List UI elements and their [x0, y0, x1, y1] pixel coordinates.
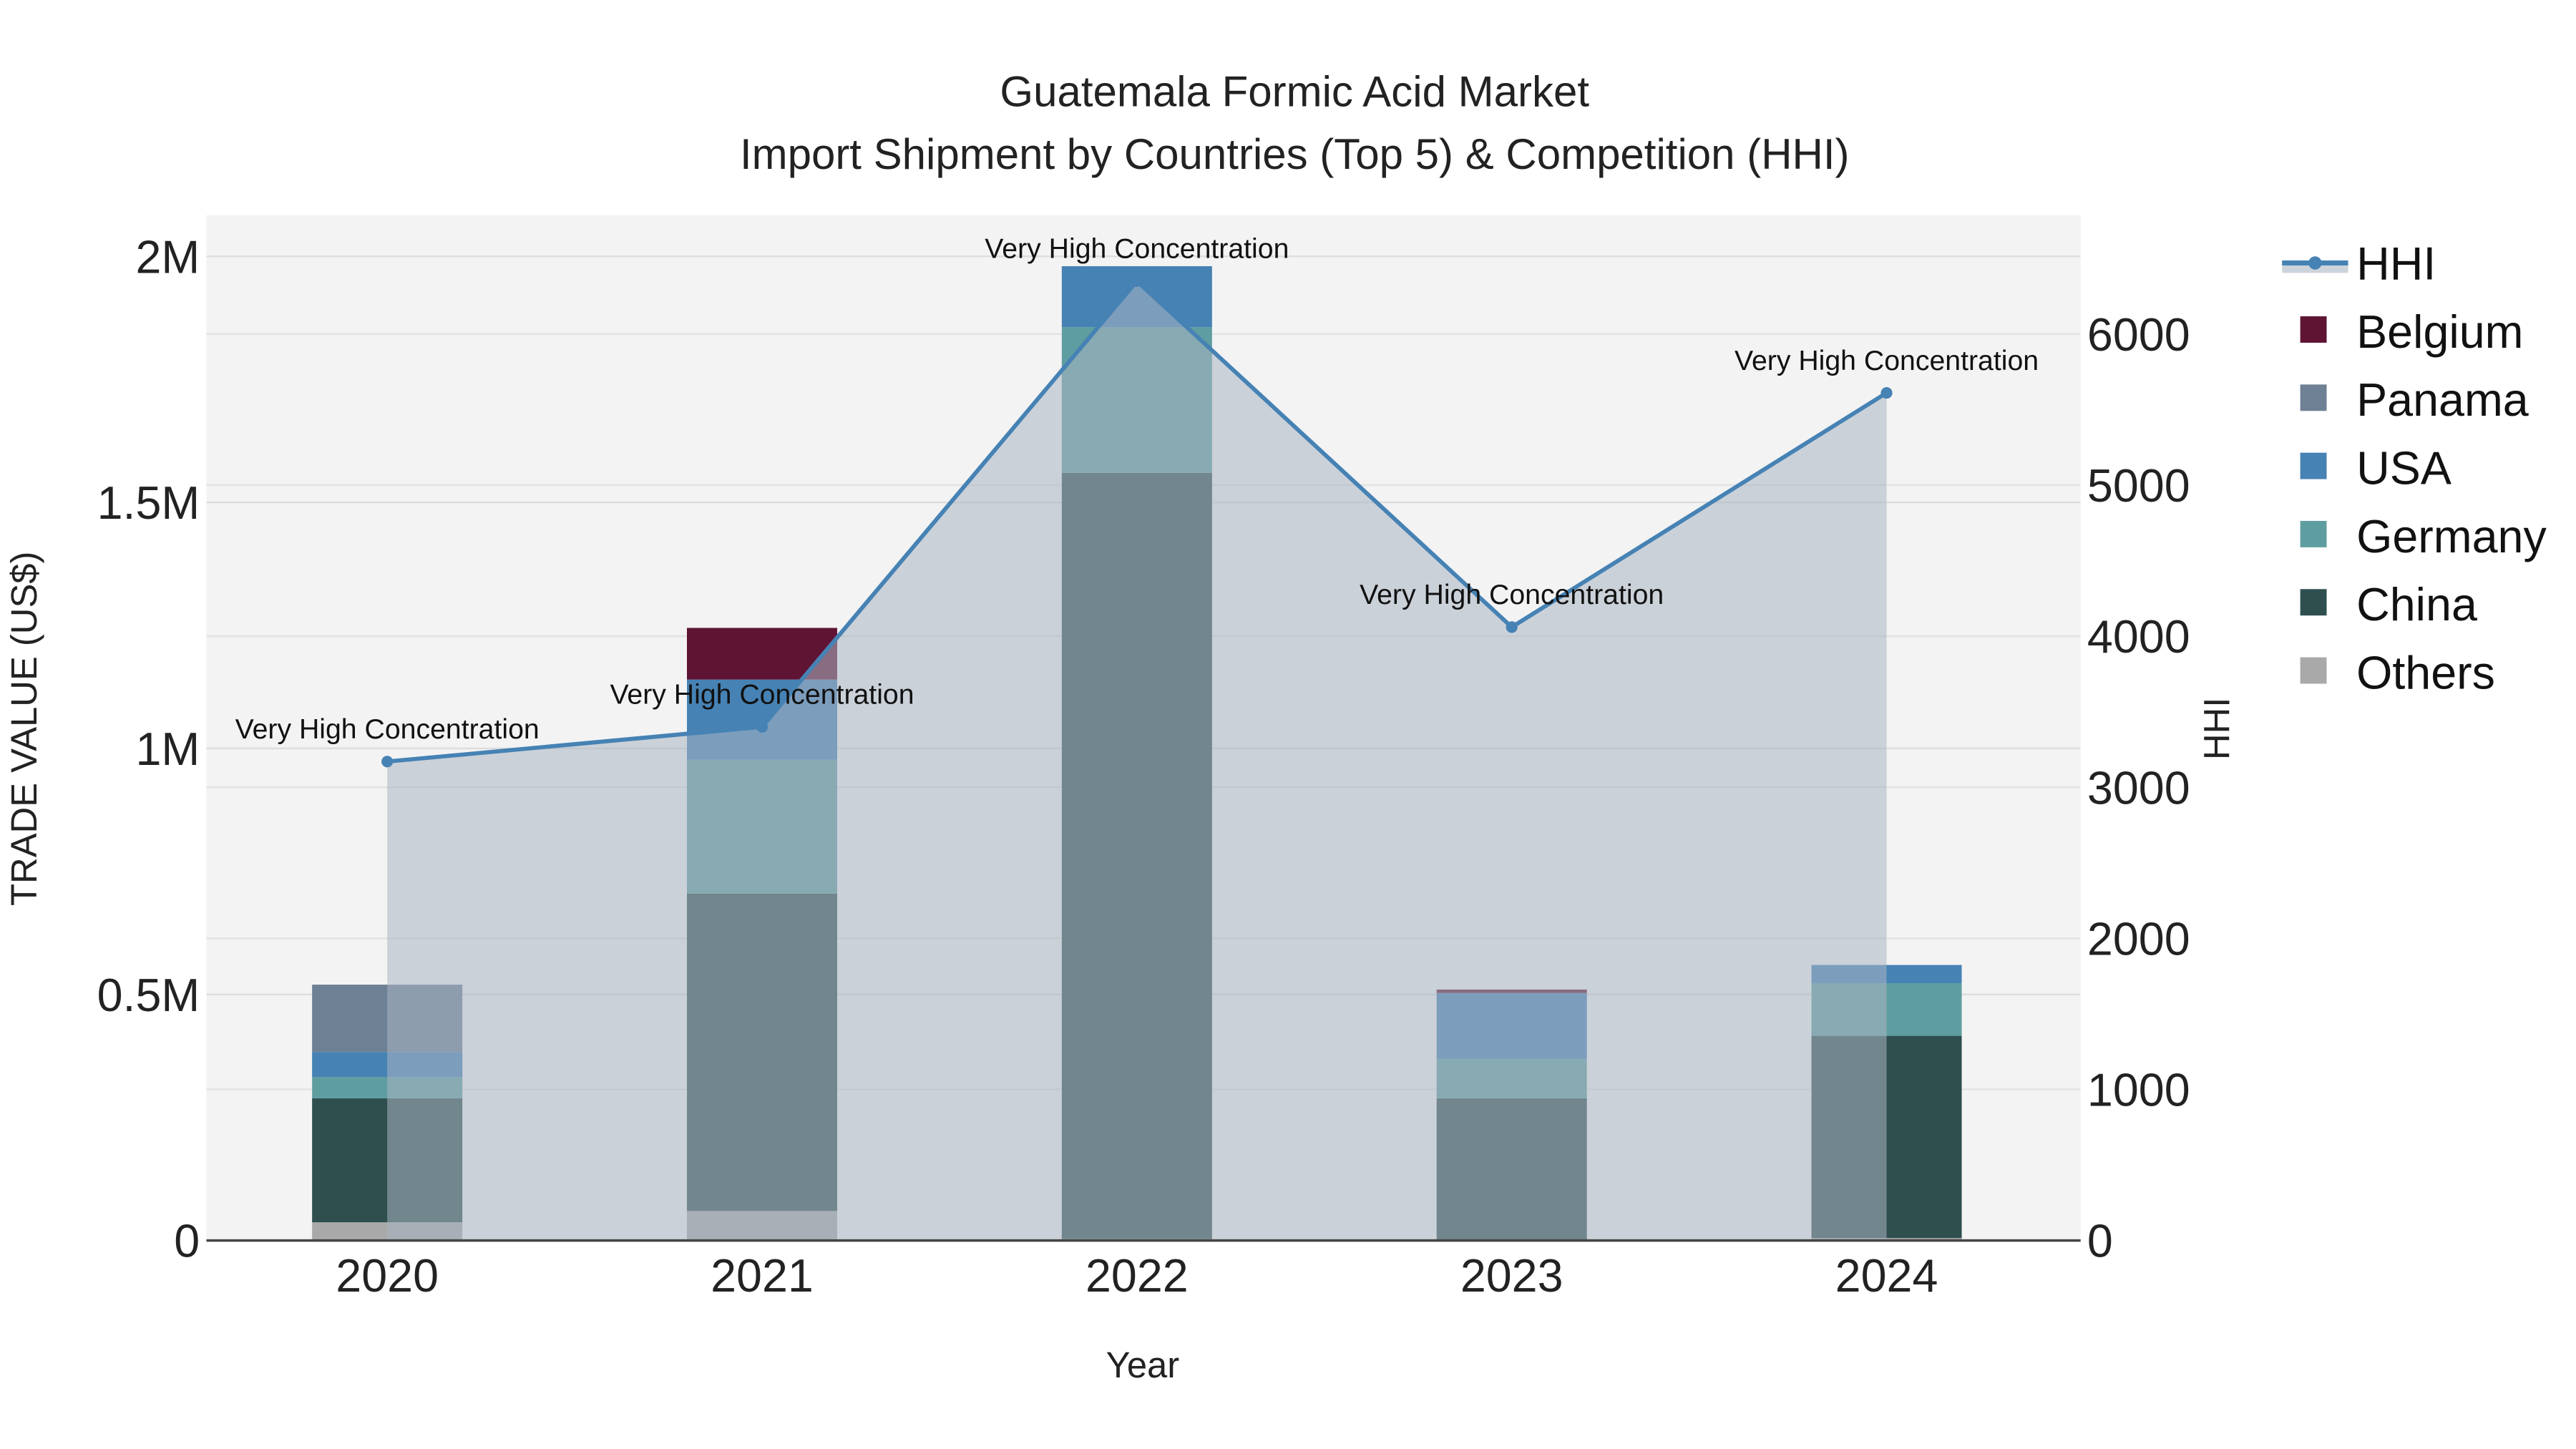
legend: HHI Belgium Panama USA Germany China Others — [2282, 238, 2547, 698]
hhi-annotation: Very High Concentration — [610, 678, 914, 710]
y2-tick-label: 0 — [2087, 1216, 2113, 1267]
hhi-point — [1880, 387, 1893, 399]
y-tick-label: 1.5M — [97, 477, 200, 529]
chart-subtitle: Import Shipment by Countries (Top 5) & C… — [740, 130, 1850, 178]
y-tick-label: 0 — [174, 1216, 200, 1267]
legend-swatch-china — [2300, 589, 2327, 616]
y-tick-label: 0.5M — [97, 970, 200, 1021]
y2-tick-label: 4000 — [2087, 611, 2190, 663]
y2-tick-label: 6000 — [2087, 309, 2190, 361]
legend-label: HHI — [2356, 238, 2436, 290]
x-tick-label: 2022 — [1085, 1250, 1189, 1302]
x-tick-label: 2021 — [711, 1250, 814, 1302]
legend-swatch-usa — [2300, 452, 2327, 479]
hhi-point — [381, 756, 394, 768]
chart-title: Guatemala Formic Acid Market — [1000, 67, 1589, 115]
hhi-point — [1131, 275, 1143, 287]
legend-label: China — [2356, 579, 2477, 630]
y-axis-label: TRADE VALUE (US$) — [4, 552, 44, 906]
legend-label: Germany — [2356, 511, 2547, 562]
y2-axis-label: HHI — [2196, 698, 2237, 760]
legend-swatch-panama — [2300, 384, 2327, 411]
legend-swatch-germany — [2300, 520, 2327, 547]
y2-tick-label: 2000 — [2087, 913, 2190, 965]
legend-label: Panama — [2356, 374, 2529, 426]
y2-tick-label: 5000 — [2087, 460, 2190, 512]
chart: Guatemala Formic Acid Market Import Ship… — [4, 67, 2547, 1385]
y-tick-label: 2M — [135, 231, 200, 283]
legend-label: Others — [2356, 647, 2495, 698]
x-tick-label: 2020 — [336, 1250, 439, 1302]
legend-label: USA — [2356, 443, 2451, 494]
legend-label: Belgium — [2356, 306, 2523, 358]
hhi-annotation: Very High Concentration — [235, 713, 540, 745]
hhi-annotation: Very High Concentration — [1735, 345, 2039, 376]
hhi-annotation: Very High Concentration — [985, 233, 1289, 265]
legend-hhi-marker — [2308, 256, 2322, 270]
y2-tick-label: 1000 — [2087, 1065, 2190, 1116]
hhi-point — [1506, 621, 1518, 633]
legend-swatch-belgium — [2300, 316, 2327, 343]
x-axis-label: Year — [1106, 1345, 1180, 1385]
hhi-annotation: Very High Concentration — [1360, 579, 1664, 610]
y2-tick-label: 3000 — [2087, 762, 2190, 814]
x-tick-label: 2024 — [1835, 1250, 1938, 1302]
legend-swatch-others — [2300, 657, 2327, 684]
hhi-point — [756, 721, 769, 733]
x-tick-label: 2023 — [1460, 1250, 1563, 1302]
y-tick-label: 1M — [135, 723, 200, 775]
